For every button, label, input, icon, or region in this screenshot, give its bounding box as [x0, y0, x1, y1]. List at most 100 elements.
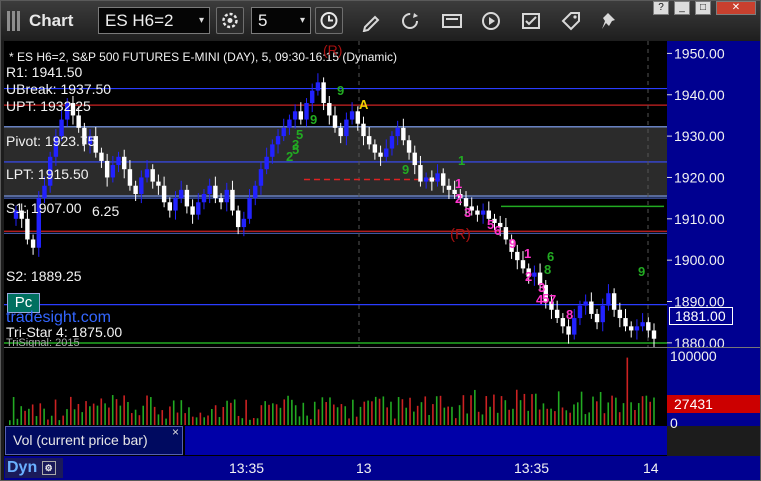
pin-icon[interactable] [600, 10, 622, 32]
seq-label-pink: 3 [464, 205, 471, 220]
volume-bar [458, 405, 461, 426]
close-button[interactable]: ✕ [716, 1, 756, 15]
interval-clock-button[interactable] [315, 7, 343, 34]
volume-bar [382, 396, 385, 426]
candle-body [520, 260, 526, 269]
dyn-button[interactable]: Dyn ⚙ [5, 458, 63, 478]
refresh-icon[interactable] [399, 10, 421, 32]
volume-bar [386, 407, 388, 426]
candle-body [327, 103, 332, 116]
candle-body [629, 326, 634, 331]
seq-label-pink: 4 [536, 292, 544, 307]
volume-bar [401, 399, 404, 426]
symbol-selector[interactable]: ES H6=2 ▾ [98, 7, 210, 34]
candle-body [99, 152, 104, 161]
volume-bar [573, 404, 575, 426]
help-button[interactable]: ? [653, 1, 669, 15]
volume-bar [599, 391, 602, 426]
volume-bar [81, 412, 84, 426]
settings-button[interactable] [216, 7, 244, 34]
seq-label-pink: 6 [494, 223, 501, 238]
candle-body [144, 169, 150, 178]
a-marker: A [359, 97, 369, 112]
interval-selector[interactable]: 5 ▾ [251, 7, 311, 34]
candle-body [241, 218, 247, 228]
volume-bar [653, 397, 655, 426]
candle-body [503, 227, 509, 240]
price-tick-label: 1880.00 [674, 335, 725, 347]
seq-label-green: 9 [638, 264, 645, 279]
time-axis[interactable]: Dyn ⚙ 13:35 13 13:35 14 [4, 456, 760, 480]
volume-bar [119, 405, 122, 426]
candle-body [651, 330, 657, 339]
tag-icon[interactable] [560, 10, 582, 32]
candle-body [589, 301, 594, 314]
volume-bar [321, 397, 324, 426]
volume-bar [329, 397, 331, 426]
candle-body [310, 90, 315, 104]
candle-body [560, 318, 566, 327]
volume-bar [127, 402, 129, 426]
volume-current-tag: 27431 [667, 395, 760, 413]
indicator-legend-bar: Vol (current price bar) × [4, 425, 667, 456]
candle-body [190, 206, 195, 215]
candle-body [378, 152, 383, 157]
volume-legend[interactable]: Vol (current price bar) [5, 426, 183, 455]
candle-body [321, 82, 326, 104]
candle-body [42, 185, 47, 199]
candle-body [600, 305, 605, 323]
seq-label-green: 9 [310, 112, 317, 127]
volume-bar [28, 408, 30, 426]
volume-bar [527, 410, 529, 426]
s1-label: S1: 1907.00 [6, 200, 82, 216]
volume-bar [279, 407, 282, 426]
legend-close-icon[interactable]: × [172, 425, 179, 439]
volume-bar [153, 406, 156, 426]
volume-bar [199, 412, 202, 426]
candle-body [372, 144, 378, 153]
volume-bar [317, 409, 320, 426]
price-axis[interactable]: 1950.00 1940.00 1930.00 1920.00 1910.00 1900.… [667, 41, 760, 351]
seq-label-green: 5 [296, 127, 303, 142]
candle-body [292, 111, 298, 120]
volume-bar [222, 407, 225, 426]
volume-bar [462, 395, 465, 426]
candle-body [446, 185, 452, 190]
candle-body [247, 198, 252, 219]
maximize-button[interactable]: □ [695, 1, 711, 15]
volume-bar [649, 401, 651, 426]
volume-bar [390, 401, 392, 426]
seq-label-pink: 8 [566, 307, 573, 322]
volume-bar [43, 408, 45, 426]
candle-body [623, 318, 628, 327]
volume-bar [374, 396, 377, 426]
minimize-button[interactable]: _ [674, 1, 690, 15]
volume-bar [645, 395, 648, 426]
volume-bar [630, 402, 632, 426]
data-window-icon[interactable] [441, 10, 463, 32]
lpt-label: LPT: 1915.50 [6, 166, 89, 182]
drag-grip-icon[interactable] [7, 11, 20, 31]
time-label-2: 13 [356, 460, 372, 476]
volume-bar [150, 397, 152, 426]
r1-label: R1: 1941.50 [6, 64, 83, 80]
candle-body [406, 140, 412, 153]
candle-body [264, 156, 269, 170]
window-title: Chart [29, 11, 74, 30]
volume-bar [12, 397, 15, 426]
upt-label: UPT: 1932.25 [6, 98, 91, 114]
volume-bar [260, 405, 263, 426]
candle-body [389, 136, 395, 149]
seq-label-green: 1 [458, 153, 465, 168]
candle-body [583, 301, 588, 306]
price-chart[interactable]: 123569123547899591235689 * ES H6=2, S&P … [4, 41, 667, 349]
legend-bar-fill [185, 426, 667, 455]
candle-body [104, 160, 110, 178]
play-icon[interactable] [480, 10, 502, 32]
pencil-icon[interactable] [360, 10, 382, 32]
checklist-icon[interactable] [520, 10, 542, 32]
volume-pane[interactable] [4, 347, 667, 426]
volume-bar [85, 401, 87, 426]
candle-body [258, 169, 264, 186]
volume-bar [142, 405, 145, 426]
